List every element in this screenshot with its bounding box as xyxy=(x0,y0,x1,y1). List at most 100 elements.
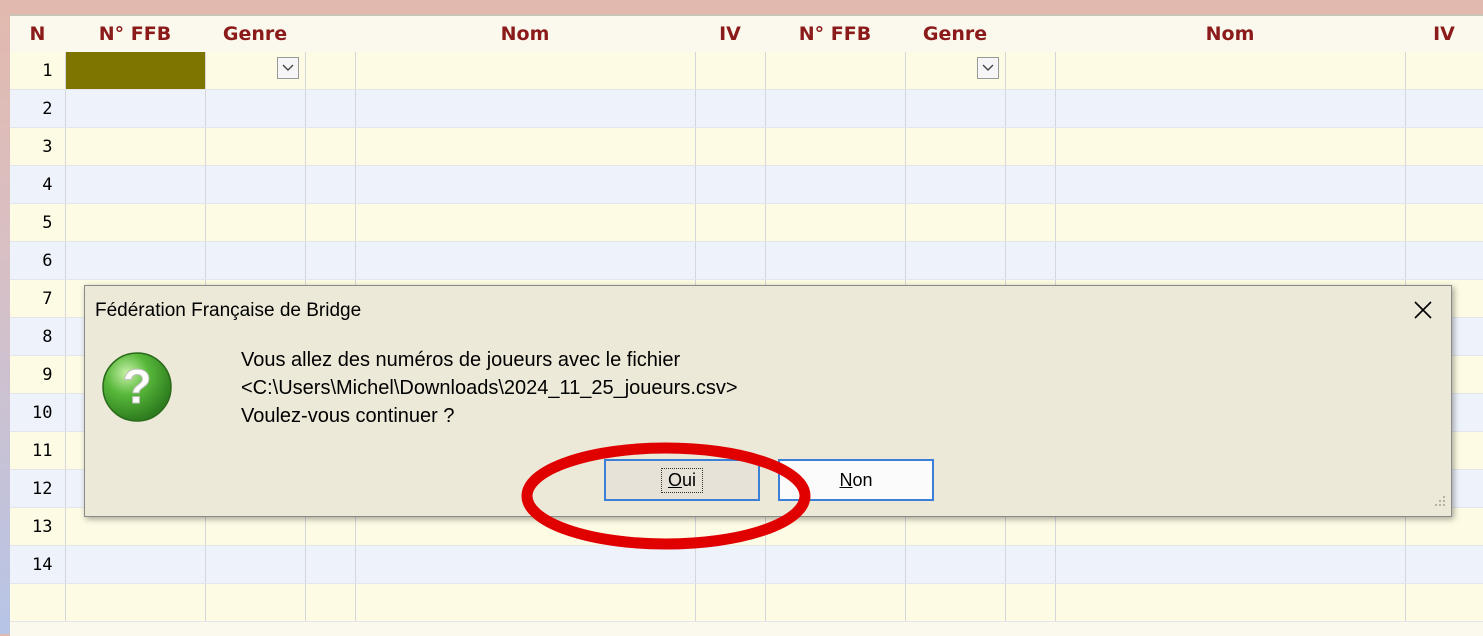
grid-cell[interactable] xyxy=(305,165,356,204)
grid-cell[interactable] xyxy=(1005,127,1056,166)
grid-cell[interactable] xyxy=(765,203,906,242)
grid-cell[interactable] xyxy=(765,545,906,584)
grid-cell[interactable] xyxy=(65,203,206,242)
table-row: 6 xyxy=(10,241,1483,280)
genre-select[interactable] xyxy=(205,52,306,90)
grid-cell[interactable] xyxy=(65,583,206,622)
grid-cell[interactable] xyxy=(1405,165,1483,204)
grid-cell[interactable] xyxy=(205,89,306,128)
grid-cell[interactable] xyxy=(695,241,766,280)
genre-select[interactable] xyxy=(905,52,1006,90)
grid-cell[interactable] xyxy=(305,127,356,166)
header-n: N xyxy=(10,16,65,52)
grid-cell[interactable] xyxy=(65,89,206,128)
non-label-rest: on xyxy=(852,469,873,490)
grid-cell[interactable] xyxy=(765,583,906,622)
grid-cell[interactable] xyxy=(205,583,306,622)
grid-cell[interactable] xyxy=(205,165,306,204)
grid-cell[interactable] xyxy=(1405,545,1483,584)
grid-cell[interactable] xyxy=(1055,165,1406,204)
grid-cell[interactable] xyxy=(355,583,696,622)
grid-cell[interactable] xyxy=(305,583,356,622)
grid-cell[interactable] xyxy=(355,165,696,204)
grid-cell[interactable] xyxy=(1055,583,1406,622)
grid-cell[interactable] xyxy=(695,203,766,242)
grid-cell[interactable] xyxy=(765,52,906,90)
grid-cell[interactable] xyxy=(905,203,1006,242)
non-button[interactable]: Non xyxy=(778,459,934,501)
header-row: N N° FFB Genre Nom IV N° FFB Genre Nom I… xyxy=(10,16,1483,52)
grid-cell[interactable] xyxy=(905,89,1006,128)
close-icon[interactable] xyxy=(1409,296,1437,324)
grid-cell[interactable] xyxy=(65,52,206,90)
grid-cell[interactable] xyxy=(305,89,356,128)
grid-cell[interactable] xyxy=(905,127,1006,166)
grid-cell[interactable] xyxy=(355,241,696,280)
grid-cell[interactable] xyxy=(355,203,696,242)
grid-cell[interactable] xyxy=(905,165,1006,204)
oui-button[interactable]: Oui xyxy=(604,459,760,501)
grid-cell[interactable] xyxy=(355,89,696,128)
grid-cell[interactable] xyxy=(1005,241,1056,280)
grid-cell[interactable] xyxy=(765,89,906,128)
grid-cell[interactable] xyxy=(65,545,206,584)
table-row: 3 xyxy=(10,127,1483,166)
dialog-message-line-3: Voulez-vous continuer ? xyxy=(241,405,455,427)
grid-cell[interactable] xyxy=(305,52,356,90)
grid-cell[interactable] xyxy=(305,241,356,280)
grid-cell[interactable] xyxy=(1405,89,1483,128)
grid-cell[interactable] xyxy=(1405,52,1483,90)
grid-cell[interactable] xyxy=(1405,583,1483,622)
grid-cell[interactable] xyxy=(1405,203,1483,242)
grid-cell[interactable] xyxy=(695,89,766,128)
grid-cell[interactable] xyxy=(695,52,766,90)
grid-cell[interactable] xyxy=(1055,89,1406,128)
grid-cell[interactable] xyxy=(695,583,766,622)
dialog-message-line-2: <C:\Users\Michel\Downloads\2024_11_25_jo… xyxy=(241,377,738,399)
grid-cell[interactable] xyxy=(695,127,766,166)
grid-cell[interactable] xyxy=(1055,127,1406,166)
grid-cell[interactable] xyxy=(1055,545,1406,584)
grid-cell[interactable] xyxy=(355,127,696,166)
row-number: 2 xyxy=(10,89,66,128)
grid-cell[interactable] xyxy=(695,545,766,584)
confirm-dialog: Fédération Française de Bridge ? Vous al… xyxy=(84,285,1452,517)
grid-cell[interactable] xyxy=(205,127,306,166)
grid-cell[interactable] xyxy=(205,203,306,242)
resize-grip-icon[interactable] xyxy=(1433,493,1447,512)
row-number: 10 xyxy=(10,393,66,432)
grid-cell[interactable] xyxy=(1005,52,1056,90)
grid-cell[interactable] xyxy=(355,52,696,90)
chevron-down-icon[interactable] xyxy=(276,57,299,79)
grid-cell[interactable] xyxy=(765,165,906,204)
grid-cell[interactable] xyxy=(1055,241,1406,280)
grid-cell[interactable] xyxy=(905,241,1006,280)
table-row: 2 xyxy=(10,89,1483,128)
grid-cell[interactable] xyxy=(205,241,306,280)
grid-cell[interactable] xyxy=(765,127,906,166)
grid-cell[interactable] xyxy=(355,545,696,584)
grid-cell[interactable] xyxy=(65,127,206,166)
grid-cell[interactable] xyxy=(1405,241,1483,280)
grid-cell[interactable] xyxy=(1405,127,1483,166)
grid-cell[interactable] xyxy=(305,203,356,242)
grid-cell[interactable] xyxy=(305,545,356,584)
grid-cell[interactable] xyxy=(695,165,766,204)
grid-cell[interactable] xyxy=(205,545,306,584)
grid-cell[interactable] xyxy=(765,241,906,280)
grid-cell[interactable] xyxy=(1055,52,1406,90)
grid-cell[interactable] xyxy=(1005,583,1056,622)
header-nom-1: Nom xyxy=(355,16,695,52)
grid-cell[interactable] xyxy=(1005,89,1056,128)
grid-cell[interactable] xyxy=(905,545,1006,584)
grid-cell[interactable] xyxy=(1005,165,1056,204)
chevron-down-icon[interactable] xyxy=(976,57,999,79)
grid-cell[interactable] xyxy=(65,165,206,204)
grid-cell[interactable] xyxy=(905,583,1006,622)
grid-cell[interactable] xyxy=(1005,545,1056,584)
grid-cell[interactable] xyxy=(1055,203,1406,242)
row-number: 14 xyxy=(10,545,66,584)
grid-cell[interactable] xyxy=(1005,203,1056,242)
header-genre-2: Genre xyxy=(905,16,1005,52)
grid-cell[interactable] xyxy=(65,241,206,280)
